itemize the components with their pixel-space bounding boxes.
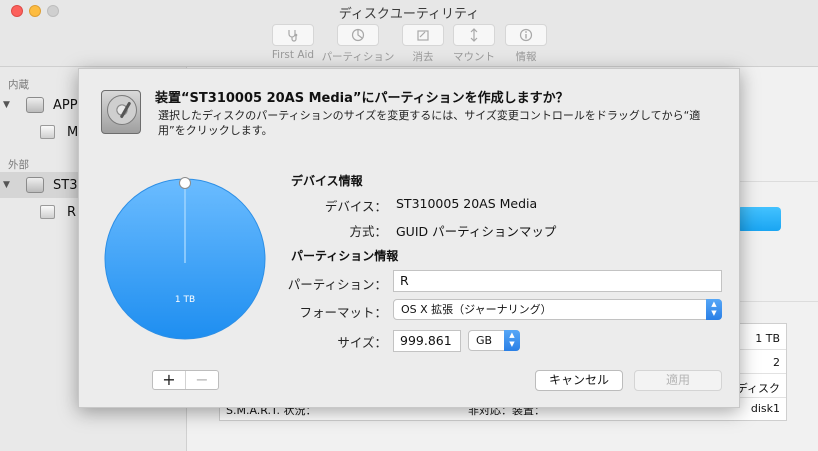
window-title: ディスクユーティリティ [338, 7, 480, 22]
stethoscope-icon [288, 30, 298, 42]
scheme-value: GUID パーティションマップ [396, 224, 557, 239]
toolbar-partition-button[interactable]: パーティション [320, 24, 396, 64]
toolbar-erase-button[interactable]: 消去 [401, 24, 445, 64]
partition-icon [351, 28, 365, 42]
sheet-description: 選択したディスクのパーティションのサイズを変更するには、サイズ変更コントロールを… [158, 109, 701, 137]
window-titlebar: ディスクユーティリティ First Aid パーティション 消去 マウント 情報 [0, 0, 818, 67]
usage-bar [737, 207, 781, 231]
external-disk-icon [26, 177, 44, 193]
partition-pie [104, 177, 266, 340]
toolbar-info-label: 情報 [515, 51, 537, 63]
volume-icon [40, 125, 55, 139]
remove-partition-button[interactable]: − [186, 371, 218, 389]
partition-name-label: パーティション： [287, 277, 387, 292]
sidebar-item-label: M [67, 124, 79, 140]
hard-disk-icon [101, 90, 141, 134]
info-value: disk1 [750, 402, 780, 415]
device-label: デバイス： [324, 199, 387, 214]
toolbar-partition-label: パーティション [321, 51, 395, 63]
toolbar-erase-label: 消去 [412, 51, 434, 63]
info-value: ディスク [736, 382, 780, 395]
sidebar-section-internal: 内蔵 [8, 79, 29, 91]
sidebar-item-label: ST3 [53, 177, 78, 193]
partition-info-heading: パーティション情報 [291, 249, 399, 263]
toolbar-first-aid-button[interactable]: First Aid [270, 24, 316, 61]
sidebar-item-label: APP [53, 97, 78, 113]
info-icon [519, 28, 533, 42]
resize-handle[interactable] [179, 177, 191, 189]
format-popup[interactable]: OS X 拡張（ジャーナリング） ▲ ▼ [393, 299, 722, 320]
size-field[interactable]: 999.861 [393, 330, 461, 352]
device-value: ST310005 20AS Media [396, 196, 538, 211]
format-label: フォーマット： [299, 305, 387, 320]
partition-name-field[interactable]: R [393, 270, 722, 292]
partition-sheet: 装置“ST310005 20AS Media”にパーティションを作成しますか？ … [78, 68, 740, 408]
divider [740, 301, 818, 302]
sheet-title: 装置“ST310005 20AS Media”にパーティションを作成しますか？ [155, 91, 569, 106]
sidebar-item-label: R [67, 204, 77, 220]
sidebar-section-external: 外部 [8, 159, 29, 171]
apply-button[interactable]: 適用 [634, 370, 722, 391]
size-unit-value: GB [476, 334, 493, 347]
toolbar-mount-label: マウント [453, 51, 495, 63]
toolbar-mount-button[interactable]: マウント [450, 24, 498, 64]
internal-disk-icon [26, 97, 44, 113]
add-remove-control: + − [152, 370, 219, 390]
info-value: 1 TB [755, 332, 780, 345]
cancel-button[interactable]: キャンセル [535, 370, 623, 391]
size-label: サイズ： [337, 335, 387, 350]
pie-slice-label: 1 TB [174, 295, 196, 305]
scheme-label: 方式： [349, 224, 387, 239]
popup-arrows-icon: ▲ ▼ [706, 299, 722, 320]
format-popup-value: OS X 拡張（ジャーナリング） [401, 303, 552, 316]
popup-arrows-icon: ▲ ▼ [504, 330, 520, 351]
disclosure-triangle-icon[interactable]: ▼ [3, 180, 10, 190]
erase-icon [417, 30, 429, 41]
device-info-heading: デバイス情報 [291, 174, 363, 188]
divider [740, 181, 818, 182]
info-value: 2 [773, 356, 780, 369]
disclosure-triangle-icon[interactable]: ▼ [3, 100, 10, 110]
toolbar-first-aid-label: First Aid [271, 49, 315, 61]
partition-pie-chart[interactable]: 1 TB [103, 177, 267, 341]
size-unit-popup[interactable]: GB ▲ ▼ [468, 330, 520, 351]
volume-icon [40, 205, 55, 219]
add-partition-button[interactable]: + [153, 371, 186, 389]
toolbar-info-button[interactable]: 情報 [504, 24, 548, 64]
mount-icon [470, 28, 478, 42]
